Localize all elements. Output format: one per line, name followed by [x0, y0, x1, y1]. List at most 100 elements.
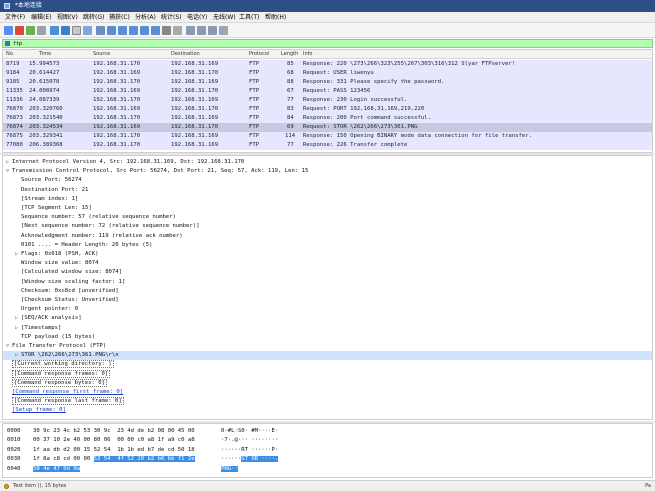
- options-gear-icon[interactable]: [37, 26, 46, 35]
- detail-line[interactable]: [Window size scaling factor: 1]: [3, 278, 652, 286]
- byte-hex[interactable]: 30 9c 23 4c b2 53 30 9c 23 4d de b2 08 0…: [33, 427, 195, 435]
- reload-icon[interactable]: [83, 26, 92, 35]
- detail-line[interactable]: [Setup frame: 0]: [3, 406, 652, 414]
- detail-line[interactable]: [TCP Segment Len: 15]: [3, 204, 652, 212]
- resize-columns-icon[interactable]: [219, 26, 228, 35]
- column-header-length[interactable]: Length: [281, 50, 298, 59]
- restart-capture-icon[interactable]: [26, 26, 35, 35]
- detail-line[interactable]: TCP payload (15 bytes): [3, 333, 652, 341]
- menu-file[interactable]: 文件(F): [5, 12, 25, 23]
- packet-details-pane: ▷ Internet Protocol Version 4, Src: 192.1…: [2, 155, 653, 420]
- menu-tools[interactable]: 工具(T): [239, 12, 259, 23]
- detail-line[interactable]: Sequence number: 57 (relative sequence n…: [3, 213, 652, 221]
- detail-line[interactable]: [Command response bytes: 0]: [3, 378, 652, 387]
- detail-line[interactable]: Checksum: 0xc8cd [unverified]: [3, 287, 652, 295]
- menu-go[interactable]: 跳转(G): [83, 12, 104, 23]
- first-packet-icon[interactable]: [140, 26, 149, 35]
- detail-line[interactable]: ▷ [Timestamps]: [3, 324, 652, 332]
- cell-destination: 192.168.31.169: [171, 133, 219, 139]
- stop-capture-icon[interactable]: [15, 26, 24, 35]
- cell-source: 192.168.31.169: [93, 106, 141, 112]
- menu-statistics[interactable]: 统计(S): [161, 12, 182, 23]
- packet-row[interactable]: 76870 203.320760 192.168.31.169 192.168.…: [3, 105, 652, 114]
- cell-time: 203.320760: [29, 106, 63, 112]
- display-filter-input[interactable]: ftp: [13, 40, 22, 48]
- detail-line[interactable]: Source Port: 56274: [3, 176, 652, 184]
- detail-line[interactable]: [Calculated window size: 8074]: [3, 268, 652, 276]
- byte-hex[interactable]: 1f aa db d2 00 15 52 54 1b 1b ed b7 de c…: [33, 446, 195, 454]
- expert-info-icon[interactable]: [4, 484, 9, 489]
- menu-capture[interactable]: 捕获(C): [109, 12, 130, 23]
- detail-line[interactable]: ▷ [SEQ/ACK analysis]: [3, 314, 652, 322]
- byte-hex[interactable]: 00 37 10 2e 40 00 80 06 00 00 c0 a8 1f a…: [33, 436, 195, 444]
- cell-no: 76870: [6, 106, 23, 112]
- cell-destination: 192.168.31.169: [171, 115, 219, 121]
- detail-line[interactable]: Destination Port: 21: [3, 186, 652, 194]
- packet-row[interactable]: 11335 24.008974 192.168.31.169 192.168.3…: [3, 87, 652, 96]
- detail-line[interactable]: ▽ Transmission Control Protocol, Src Port…: [3, 167, 652, 175]
- display-filter-bar[interactable]: ftp: [2, 39, 653, 48]
- close-file-icon[interactable]: [72, 26, 81, 35]
- detail-line[interactable]: ▷ Internet Protocol Version 4, Src: 192.1…: [3, 158, 652, 166]
- column-header-source[interactable]: Source: [93, 50, 110, 59]
- menu-telephony[interactable]: 电话(Y): [187, 12, 207, 23]
- zoom-reset-icon[interactable]: [208, 26, 217, 35]
- save-file-icon[interactable]: [61, 26, 70, 35]
- ascii-plain: ·7·.@··· ········: [221, 437, 279, 444]
- packet-row[interactable]: 11336 24.087339 192.168.31.170 192.168.3…: [3, 96, 652, 105]
- detail-line[interactable]: [Command response frames: 0]: [3, 369, 652, 378]
- byte-ascii[interactable]: PNG··: [221, 465, 238, 473]
- packet-row[interactable]: 76875 203.329341 192.168.31.170 192.168.…: [3, 132, 652, 141]
- detail-line[interactable]: Window size value: 8074: [3, 259, 652, 267]
- detail-line[interactable]: 0101 .... = Header Length: 20 bytes (5): [3, 241, 652, 249]
- byte-ascii[interactable]: ·7·.@··· ········: [221, 436, 278, 444]
- detail-line[interactable]: ▽ File Transfer Protocol (FTP): [3, 342, 652, 350]
- menu-wireless[interactable]: 无线(W): [213, 12, 236, 23]
- byte-hex[interactable]: 50 4e 47 0d 0a: [33, 465, 81, 473]
- column-header-time[interactable]: Time: [39, 50, 51, 59]
- detail-line[interactable]: [Current working directory: ]: [3, 360, 652, 369]
- zoom-in-icon[interactable]: [186, 26, 195, 35]
- go-to-packet-icon[interactable]: [129, 26, 138, 35]
- menu-analyze[interactable]: 分析(A): [135, 12, 156, 23]
- start-capture-icon[interactable]: [4, 26, 13, 35]
- go-forward-icon[interactable]: [118, 26, 127, 35]
- byte-ascii[interactable]: 0·#L·S0· #M····E·: [221, 427, 278, 435]
- detail-line[interactable]: [Command response first frame: 0]: [3, 388, 652, 396]
- go-back-icon[interactable]: [107, 26, 116, 35]
- packet-row[interactable]: 77080 206.389368 192.168.31.170 192.168.…: [3, 141, 652, 150]
- packet-row[interactable]: 9184 20.614427 192.168.31.169 192.168.31…: [3, 69, 652, 78]
- byte-ascii[interactable]: ······RT ······P·: [221, 446, 278, 454]
- column-header-destination[interactable]: Destination: [171, 50, 200, 59]
- packet-row[interactable]: 8719 15.994573 192.168.31.170 192.168.31…: [3, 60, 652, 69]
- column-header-protocol[interactable]: Protocol: [249, 50, 269, 59]
- last-packet-icon[interactable]: [151, 26, 160, 35]
- packet-row[interactable]: 9185 20.615078 192.168.31.170 192.168.31…: [3, 78, 652, 87]
- bookmark-icon[interactable]: [5, 41, 10, 46]
- zoom-out-icon[interactable]: [197, 26, 206, 35]
- column-header-no[interactable]: No.: [6, 50, 14, 59]
- cell-protocol: FTP: [249, 97, 260, 103]
- byte-ascii[interactable]: ······ST OR ····.: [221, 455, 279, 463]
- status-profile: Pa: [645, 483, 651, 489]
- detail-line[interactable]: ▷ STOR \262\266\273\361.PNG\r\n: [3, 351, 652, 360]
- packet-row-selected[interactable]: 76874 203.324534 192.168.31.169 192.168.…: [3, 123, 652, 132]
- detail-line[interactable]: Urgent pointer: 0: [3, 305, 652, 313]
- packet-row[interactable]: 76873 203.321540 192.168.31.170 192.168.…: [3, 114, 652, 123]
- colorize-icon[interactable]: [173, 26, 182, 35]
- detail-line[interactable]: [Checksum Status: Unverified]: [3, 296, 652, 304]
- column-header-info[interactable]: Info: [303, 50, 312, 59]
- detail-line[interactable]: [Command response last frame: 0]: [3, 397, 652, 406]
- menu-help[interactable]: 帮助(H): [265, 12, 286, 23]
- menu-edit[interactable]: 编辑(E): [31, 12, 51, 23]
- menu-view[interactable]: 视图(V): [57, 12, 78, 23]
- open-file-icon[interactable]: [50, 26, 59, 35]
- find-packet-icon[interactable]: [96, 26, 105, 35]
- detail-line[interactable]: [Stream index: 1]: [3, 195, 652, 203]
- detail-line[interactable]: [Next sequence number: 72 (relative sequ…: [3, 222, 652, 230]
- detail-text: 0101 .... = Header Length: 20 bytes (5): [21, 241, 153, 248]
- detail-line[interactable]: Acknowledgment number: 119 (relative ack…: [3, 232, 652, 240]
- byte-hex[interactable]: 1f 8a c8 cd 00 00 53 54 4f 52 20 b2 b6 b…: [33, 455, 195, 463]
- detail-line[interactable]: ▷ Flags: 0x018 (PSH, ACK): [3, 250, 652, 258]
- autoscroll-icon[interactable]: [162, 26, 171, 35]
